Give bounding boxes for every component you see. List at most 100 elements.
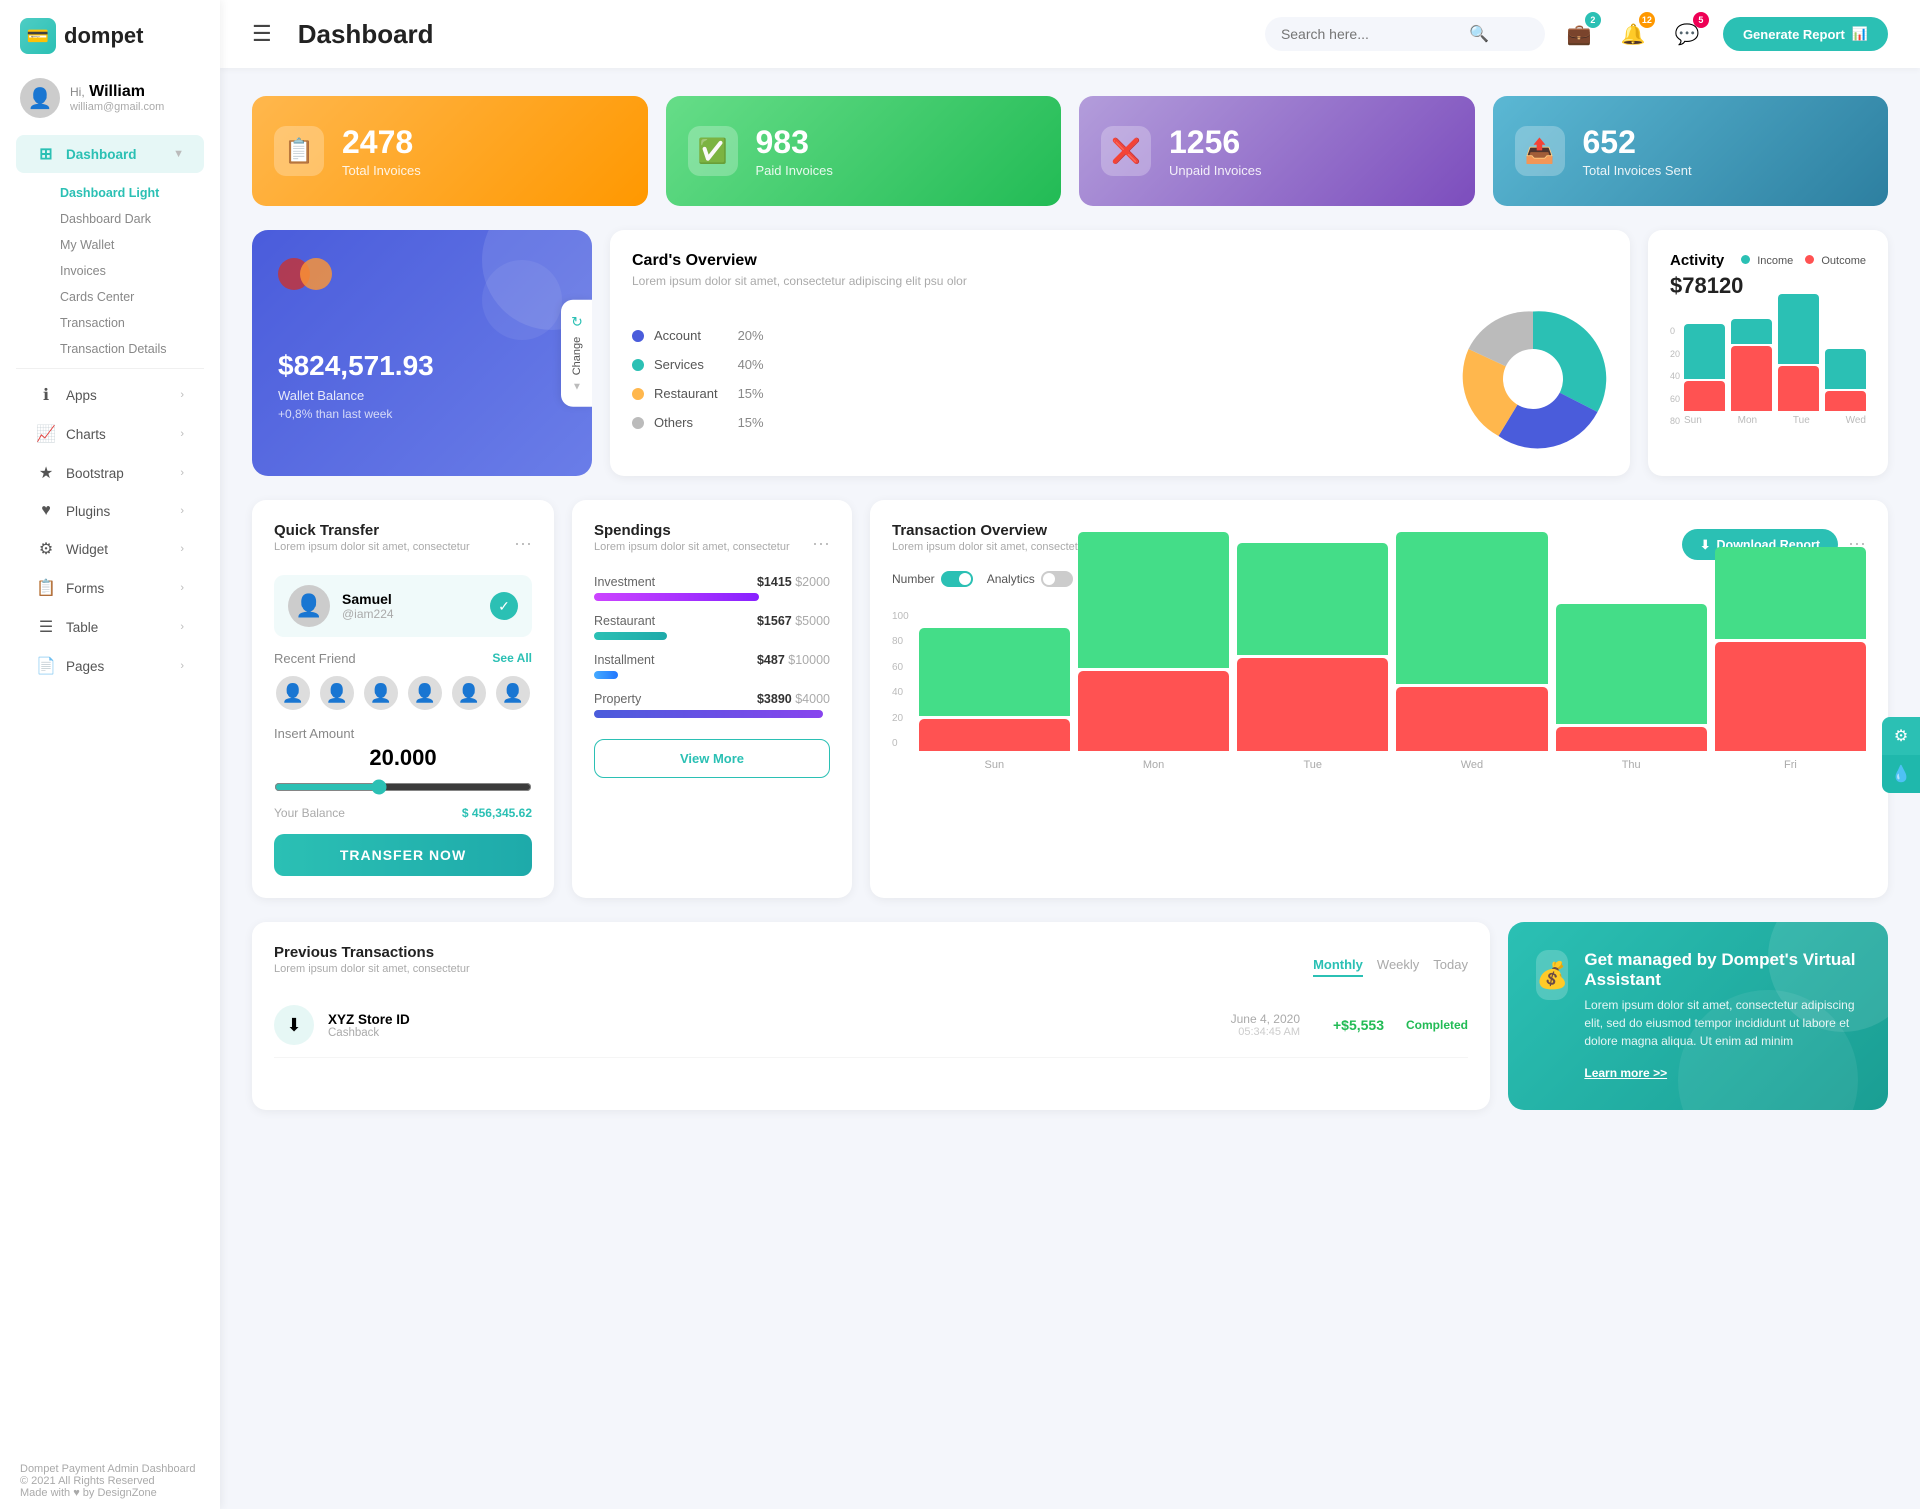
water-float-button[interactable]: 💧 <box>1882 755 1920 793</box>
friend-avatar[interactable]: 👤 <box>450 674 488 712</box>
dashboard-subnav: Dashboard Light Dashboard Dark My Wallet… <box>0 180 220 362</box>
analytics-toggle-label: Analytics <box>987 572 1035 586</box>
bar-group-wed: Wed <box>1396 532 1547 771</box>
income-bar <box>1731 319 1772 344</box>
va-description: Lorem ipsum dolor sit amet, consectetur … <box>1584 996 1860 1050</box>
bell-icon-btn[interactable]: 🔔 12 <box>1615 16 1651 52</box>
subnav-transaction[interactable]: Transaction <box>50 310 220 336</box>
spending-bar <box>594 671 618 679</box>
sidebar-item-plugins[interactable]: ♥ Plugins › <box>16 493 204 529</box>
tx-info: XYZ Store ID Cashback <box>328 1012 410 1039</box>
search-bar: 🔍 <box>1265 17 1545 51</box>
sidebar-item-dashboard[interactable]: ⊞ Dashboard ▼ <box>16 135 204 173</box>
prev-tx-header: Previous Transactions Lorem ipsum dolor … <box>274 944 1468 989</box>
bar-group-mon: Mon <box>1078 532 1229 771</box>
activity-header: Activity Income Outcome <box>1670 252 1866 269</box>
friend-avatar[interactable]: 👤 <box>274 674 312 712</box>
insert-amount-value: 20.000 <box>274 745 532 771</box>
change-text: Change <box>571 337 583 376</box>
mc-circle-orange <box>300 258 332 290</box>
sidebar-item-table[interactable]: ☰ Table › <box>16 608 204 646</box>
sidebar-item-label: Dashboard <box>66 147 137 162</box>
search-input[interactable] <box>1281 26 1461 42</box>
gear-icon: ⚙ <box>36 539 56 559</box>
bar-group-thu: Thu <box>1556 604 1707 771</box>
settings-float-button[interactable]: ⚙ <box>1882 717 1920 755</box>
income-legend: Income <box>1741 255 1793 267</box>
chevron-right-icon: › <box>180 621 184 633</box>
toggle-switch-analytics[interactable] <box>1041 571 1073 587</box>
friend-avatar[interactable]: 👤 <box>494 674 532 712</box>
quick-transfer-header: Quick Transfer Lorem ipsum dolor sit ame… <box>274 522 532 567</box>
large-bar-chart: Sun Mon Tue <box>919 611 1866 771</box>
tab-weekly[interactable]: Weekly <box>1377 957 1419 977</box>
bar-group-sun: Sun <box>919 628 1070 771</box>
stat-unpaid-number: 1256 <box>1169 124 1262 161</box>
friend-avatar[interactable]: 👤 <box>318 674 356 712</box>
download-icon: ⬇ <box>1700 537 1710 552</box>
amount-slider[interactable] <box>274 779 532 795</box>
friend-avatar[interactable]: 👤 <box>362 674 400 712</box>
view-more-button[interactable]: View More <box>594 739 830 778</box>
subnav-invoices[interactable]: Invoices <box>50 258 220 284</box>
sidebar-item-widget[interactable]: ⚙ Widget › <box>16 530 204 568</box>
wallet-balance-label: Wallet Balance <box>278 388 566 403</box>
more-options-icon[interactable]: ⋯ <box>812 534 830 555</box>
spending-bar <box>594 710 823 718</box>
stat-card-total: 📋 2478 Total Invoices <box>252 96 648 206</box>
sidebar-item-label: Table <box>66 620 98 635</box>
header: ☰ Dashboard 🔍 💼 2 🔔 12 💬 5 Generate Repo… <box>220 0 1920 68</box>
tab-today[interactable]: Today <box>1433 957 1468 977</box>
number-toggle[interactable]: Number <box>892 571 973 587</box>
income-bar <box>1778 294 1819 364</box>
user-greeting: Hi, William <box>70 83 164 101</box>
account-pct: 20% <box>728 328 764 343</box>
stat-unpaid-icon: ❌ <box>1101 126 1151 176</box>
menu-icon[interactable]: ☰ <box>252 21 272 47</box>
forms-icon: 📋 <box>36 578 56 598</box>
sidebar-item-pages[interactable]: 📄 Pages › <box>16 647 204 685</box>
toggle-knob <box>1043 573 1055 585</box>
middle-row: $824,571.93 Wallet Balance +0,8% than la… <box>252 230 1888 476</box>
toggle-switch-number[interactable] <box>941 571 973 587</box>
chevron-down-small-icon: ▼ <box>572 381 582 392</box>
chat-icon-btn[interactable]: 💬 5 <box>1669 16 1705 52</box>
subnav-transaction-details[interactable]: Transaction Details <box>50 336 220 362</box>
transfer-now-button[interactable]: TRANSFER NOW <box>274 834 532 876</box>
analytics-toggle[interactable]: Analytics <box>987 571 1073 587</box>
sidebar-item-forms[interactable]: 📋 Forms › <box>16 569 204 607</box>
wallet-change-button[interactable]: ↻ Change ▼ <box>561 300 592 407</box>
stat-total-label: Total Invoices <box>342 163 421 178</box>
subnav-dashboard-light[interactable]: Dashboard Light <box>50 180 220 206</box>
avatar: 👤 <box>20 78 60 118</box>
friend-avatar[interactable]: 👤 <box>406 674 444 712</box>
stats-row: 📋 2478 Total Invoices ✅ 983 Paid Invoice… <box>252 96 1888 206</box>
table-icon: ☰ <box>36 617 56 637</box>
tab-monthly[interactable]: Monthly <box>1313 957 1363 977</box>
sidebar-item-apps[interactable]: ℹ Apps › <box>16 376 204 414</box>
subnav-cards-center[interactable]: Cards Center <box>50 284 220 310</box>
subnav-dashboard-dark[interactable]: Dashboard Dark <box>50 206 220 232</box>
recent-friend-label: Recent Friend <box>274 651 356 666</box>
wallet-icon-btn[interactable]: 💼 2 <box>1561 16 1597 52</box>
bell-badge: 12 <box>1639 12 1655 28</box>
logo-text: dompet <box>64 23 143 49</box>
refresh-icon: ↻ <box>571 314 583 331</box>
generate-report-button[interactable]: Generate Report 📊 <box>1723 17 1888 51</box>
spending-restaurant-value: $1567 $5000 <box>757 614 830 628</box>
subnav-my-wallet[interactable]: My Wallet <box>50 232 220 258</box>
see-all-link[interactable]: See All <box>492 651 532 666</box>
stat-sent-info: 652 Total Invoices Sent <box>1583 124 1692 178</box>
sidebar-item-charts[interactable]: 📈 Charts › <box>16 415 204 453</box>
stat-sent-number: 652 <box>1583 124 1692 161</box>
chevron-right-icon: › <box>180 582 184 594</box>
user-email: william@gmail.com <box>70 101 164 113</box>
chevron-down-icon: ▼ <box>173 148 184 160</box>
spending-property-label: Property <box>594 692 641 706</box>
sidebar-item-bootstrap[interactable]: ★ Bootstrap › <box>16 454 204 492</box>
va-learn-more-link[interactable]: Learn more >> <box>1584 1066 1667 1080</box>
bottom-row: Quick Transfer Lorem ipsum dolor sit ame… <box>252 500 1888 898</box>
income-bar <box>1684 324 1725 379</box>
others-label: Others <box>654 415 718 430</box>
more-options-icon[interactable]: ⋯ <box>514 534 532 555</box>
